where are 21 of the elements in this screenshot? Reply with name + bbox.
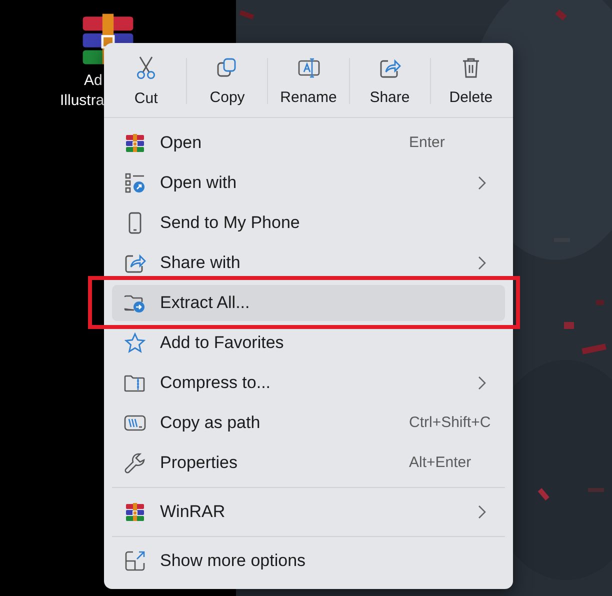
icon-label: Ad — [84, 72, 102, 90]
menu-item[interactable]: Copy as path Ctrl+Shift+C — [112, 410, 505, 436]
shortcut-text: Ctrl+Shift+C — [409, 412, 492, 433]
menu-item[interactable]: WinRAR — [112, 499, 505, 525]
menu-item[interactable]: Add to Favorites — [112, 330, 505, 356]
menu-item[interactable]: Properties Alt+Enter — [112, 450, 505, 476]
rename-button[interactable]: Rename — [268, 43, 349, 117]
icon-label: Illustra — [60, 92, 104, 110]
menu-item[interactable]: Show more options — [112, 548, 505, 574]
share-button[interactable]: Share — [350, 43, 430, 117]
cut-button[interactable]: Cut — [106, 43, 186, 117]
menu-item[interactable]: Compress to... — [112, 370, 505, 396]
shortcut-text: Enter — [409, 132, 446, 153]
menu-item[interactable]: Send to My Phone — [112, 210, 505, 236]
menu-item[interactable]: Open Enter — [112, 130, 505, 156]
delete-button[interactable]: Delete — [430, 43, 512, 117]
shortcut-text: Alt+Enter — [409, 452, 472, 473]
menu-item[interactable]: Extract All... — [112, 285, 505, 321]
menu-item[interactable]: Open with — [112, 170, 505, 196]
menu-item[interactable]: Share with — [112, 250, 505, 276]
copy-button[interactable]: Copy — [187, 43, 268, 117]
